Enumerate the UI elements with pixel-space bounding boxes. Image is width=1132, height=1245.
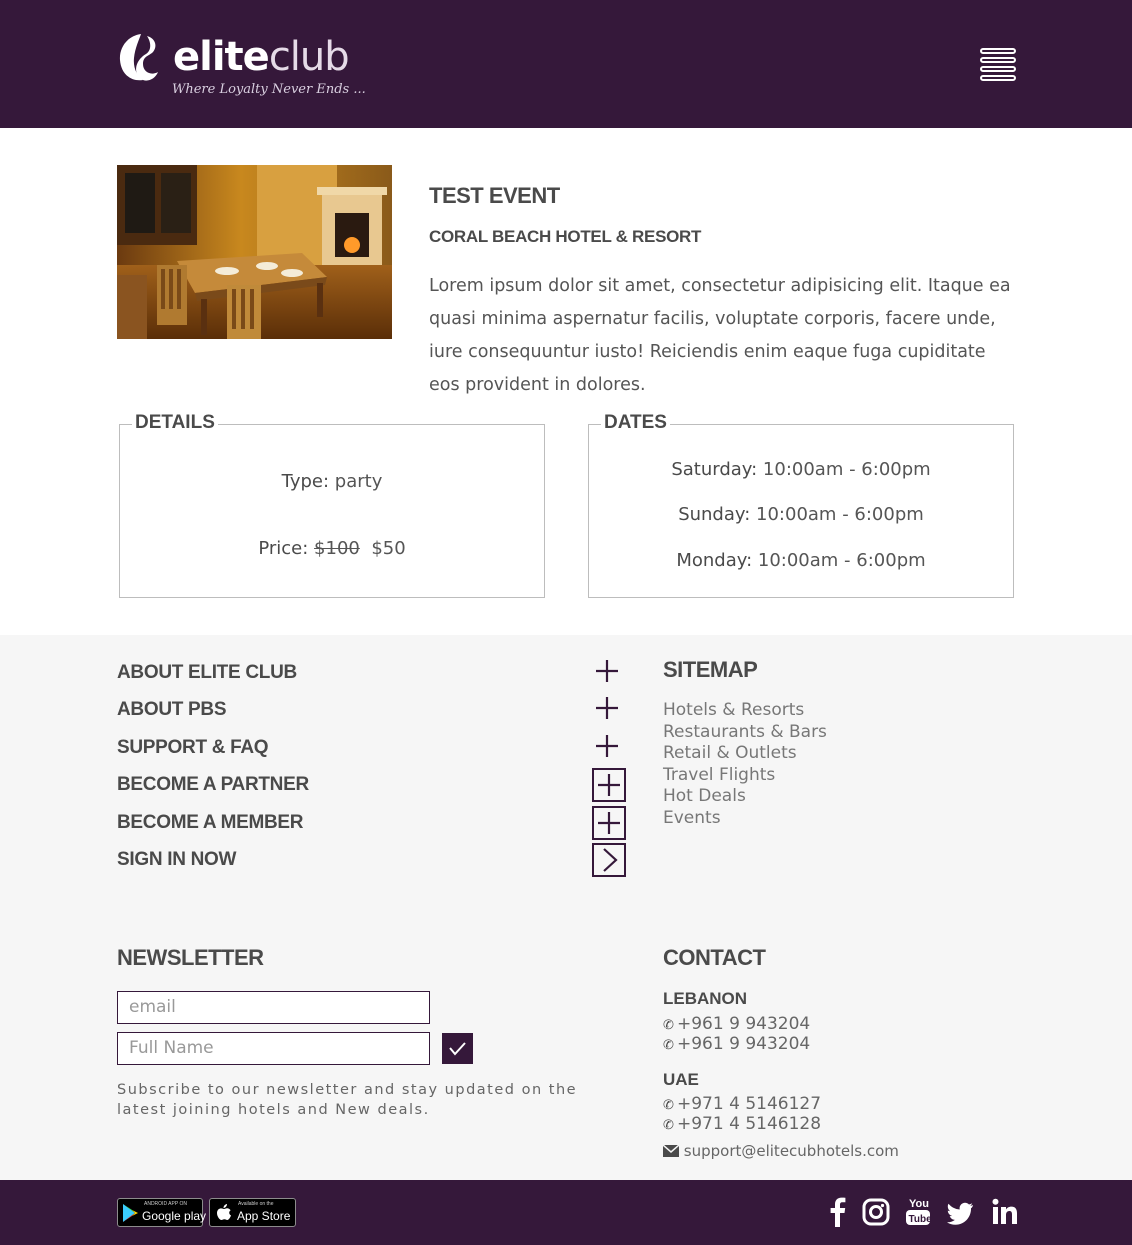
accordion-label: ABOUT ELITE CLUB [117,662,297,683]
accordion-sign-in-now[interactable]: SIGN IN NOW [117,843,627,877]
facebook-icon[interactable] [829,1195,847,1229]
google-play-big-text: Google play [142,1209,207,1223]
region-lebanon: LEBANON [663,989,748,1008]
svg-text:You: You [909,1198,929,1210]
event-description: Lorem ipsum dolor sit amet, consectetur … [429,276,1011,395]
google-play-badge[interactable]: ANDROID APP ON Google play [117,1198,207,1227]
elite-club-logo[interactable]: eliteclub Where Loyalty Never Ends ... [117,30,366,110]
date-time: 10:00am - 6:00pm [762,459,931,480]
plus-icon[interactable] [592,693,626,727]
brand-name-bold: elite [173,34,270,80]
phone-icon: ✆ [663,1018,674,1033]
hamburger-menu-icon[interactable] [980,48,1020,84]
sitemap-link[interactable]: Events [663,808,827,830]
event-type: Type: party [120,471,544,492]
apple-icon [217,1204,231,1220]
restaurant-interior-image [117,165,392,339]
linkedin-icon[interactable] [991,1195,1019,1229]
details-legend: DETAILS [132,412,218,434]
plus-icon[interactable] [592,656,626,690]
phone-number: +961 9 943204 [677,1034,811,1054]
plus-icon[interactable] [592,768,626,802]
event-price: Price: $100 $50 [120,538,544,559]
newsletter-note: Subscribe to our newsletter and stay upd… [117,1082,578,1118]
youtube-icon[interactable]: You Tube [903,1195,933,1229]
google-play-icon [123,1204,138,1222]
sitemap-link[interactable]: Travel Flights [663,765,827,787]
sitemap-link[interactable]: Hot Deals [663,786,827,808]
brand-name-light: club [268,34,350,80]
app-store-big-text: App Store [237,1209,291,1223]
phone-row[interactable]: ✆ +971 4 5146128 [663,1114,821,1134]
date-row: Sunday: 10:00am - 6:00pm [589,504,1013,525]
event-photo [117,165,392,339]
region-uae: UAE [663,1070,699,1089]
dates-box: DATES Saturday: 10:00am - 6:00pm Sunday:… [588,412,1014,598]
chevron-right-icon[interactable] [592,843,626,877]
phone-row[interactable]: ✆ +961 9 943204 [663,1034,810,1054]
dates-legend: DATES [601,412,670,434]
accordion-label: BECOME A MEMBER [117,812,304,833]
phone-icon: ✆ [663,1118,674,1133]
brand-name: eliteclub [173,32,350,82]
event-venue: CORAL BEACH HOTEL & RESORT [429,227,702,246]
instagram-icon[interactable] [862,1195,890,1229]
price-old: $100 [314,538,360,559]
date-row: Saturday: 10:00am - 6:00pm [589,459,1013,480]
date-day: Sunday: [678,504,751,525]
event-title: TEST EVENT [429,183,560,208]
phone-row[interactable]: ✆ +961 9 943204 [663,1014,810,1034]
price-new: $50 [371,538,406,559]
phone-number: +971 4 5146127 [677,1094,822,1114]
newsletter-email-input[interactable]: email [117,991,430,1024]
contact-title: CONTACT [663,945,766,970]
newsletter-name-input[interactable]: Full Name [117,1032,430,1065]
site-header: eliteclub Where Loyalty Never Ends ... [0,0,1132,128]
google-play-small-text: ANDROID APP ON [144,1201,187,1207]
price-label: Price: [258,538,309,559]
date-time: 10:00am - 6:00pm [757,550,926,571]
details-box: DETAILS Type: party Price: $100 $50 [119,412,545,598]
envelope-icon [662,1144,680,1157]
app-store-small-text: Available on the [238,1201,274,1207]
phone-row[interactable]: ✆ +971 4 5146127 [663,1094,821,1114]
type-value: party [334,471,383,492]
accordion-label: ABOUT PBS [117,699,227,720]
accordion-label: SIGN IN NOW [117,849,237,870]
plus-icon[interactable] [592,731,626,765]
accordion-become-member[interactable]: BECOME A MEMBER [117,806,627,840]
date-row: Monday: 10:00am - 6:00pm [589,550,1013,571]
accordion-label: SUPPORT & FAQ [117,737,269,758]
date-time: 10:00am - 6:00pm [756,504,924,525]
type-label: Type: [281,471,330,492]
checkmark-icon [449,1042,466,1056]
phone-number: +971 4 5146128 [677,1114,822,1134]
sitemap-link[interactable]: Hotels & Resorts [663,700,827,722]
accordion-about-elite-club[interactable]: ABOUT ELITE CLUB [117,660,627,690]
svg-text:Tube: Tube [909,1214,933,1225]
newsletter-title: NEWSLETTER [117,945,264,970]
date-day: Saturday: [671,459,758,480]
date-day: Monday: [676,550,753,571]
newsletter-submit-button[interactable] [442,1033,473,1064]
phone-icon: ✆ [663,1098,674,1113]
sitemap-link[interactable]: Retail & Outlets [663,743,827,765]
contact-email: support@elitecubhotels.com [683,1142,899,1160]
sitemap-links: Hotels & Resorts Restaurants & Bars Reta… [663,700,827,829]
elite-club-logo-mark-icon [119,34,158,81]
app-store-badge[interactable]: Available on the App Store [209,1198,296,1227]
accordion-about-pbs[interactable]: ABOUT PBS [117,697,627,727]
brand-tagline: Where Loyalty Never Ends ... [172,82,366,97]
accordion-become-partner[interactable]: BECOME A PARTNER [117,768,627,802]
sitemap-link[interactable]: Restaurants & Bars [663,722,827,744]
sitemap-title: SITEMAP [663,657,758,682]
twitter-icon[interactable] [947,1195,975,1229]
phone-icon: ✆ [663,1038,674,1053]
accordion-label: BECOME A PARTNER [117,774,309,795]
phone-number: +961 9 943204 [677,1014,811,1034]
accordion-support-faq[interactable]: SUPPORT & FAQ [117,735,627,765]
plus-icon[interactable] [592,806,626,840]
email-row[interactable]: support@elitecubhotels.com [662,1142,899,1160]
